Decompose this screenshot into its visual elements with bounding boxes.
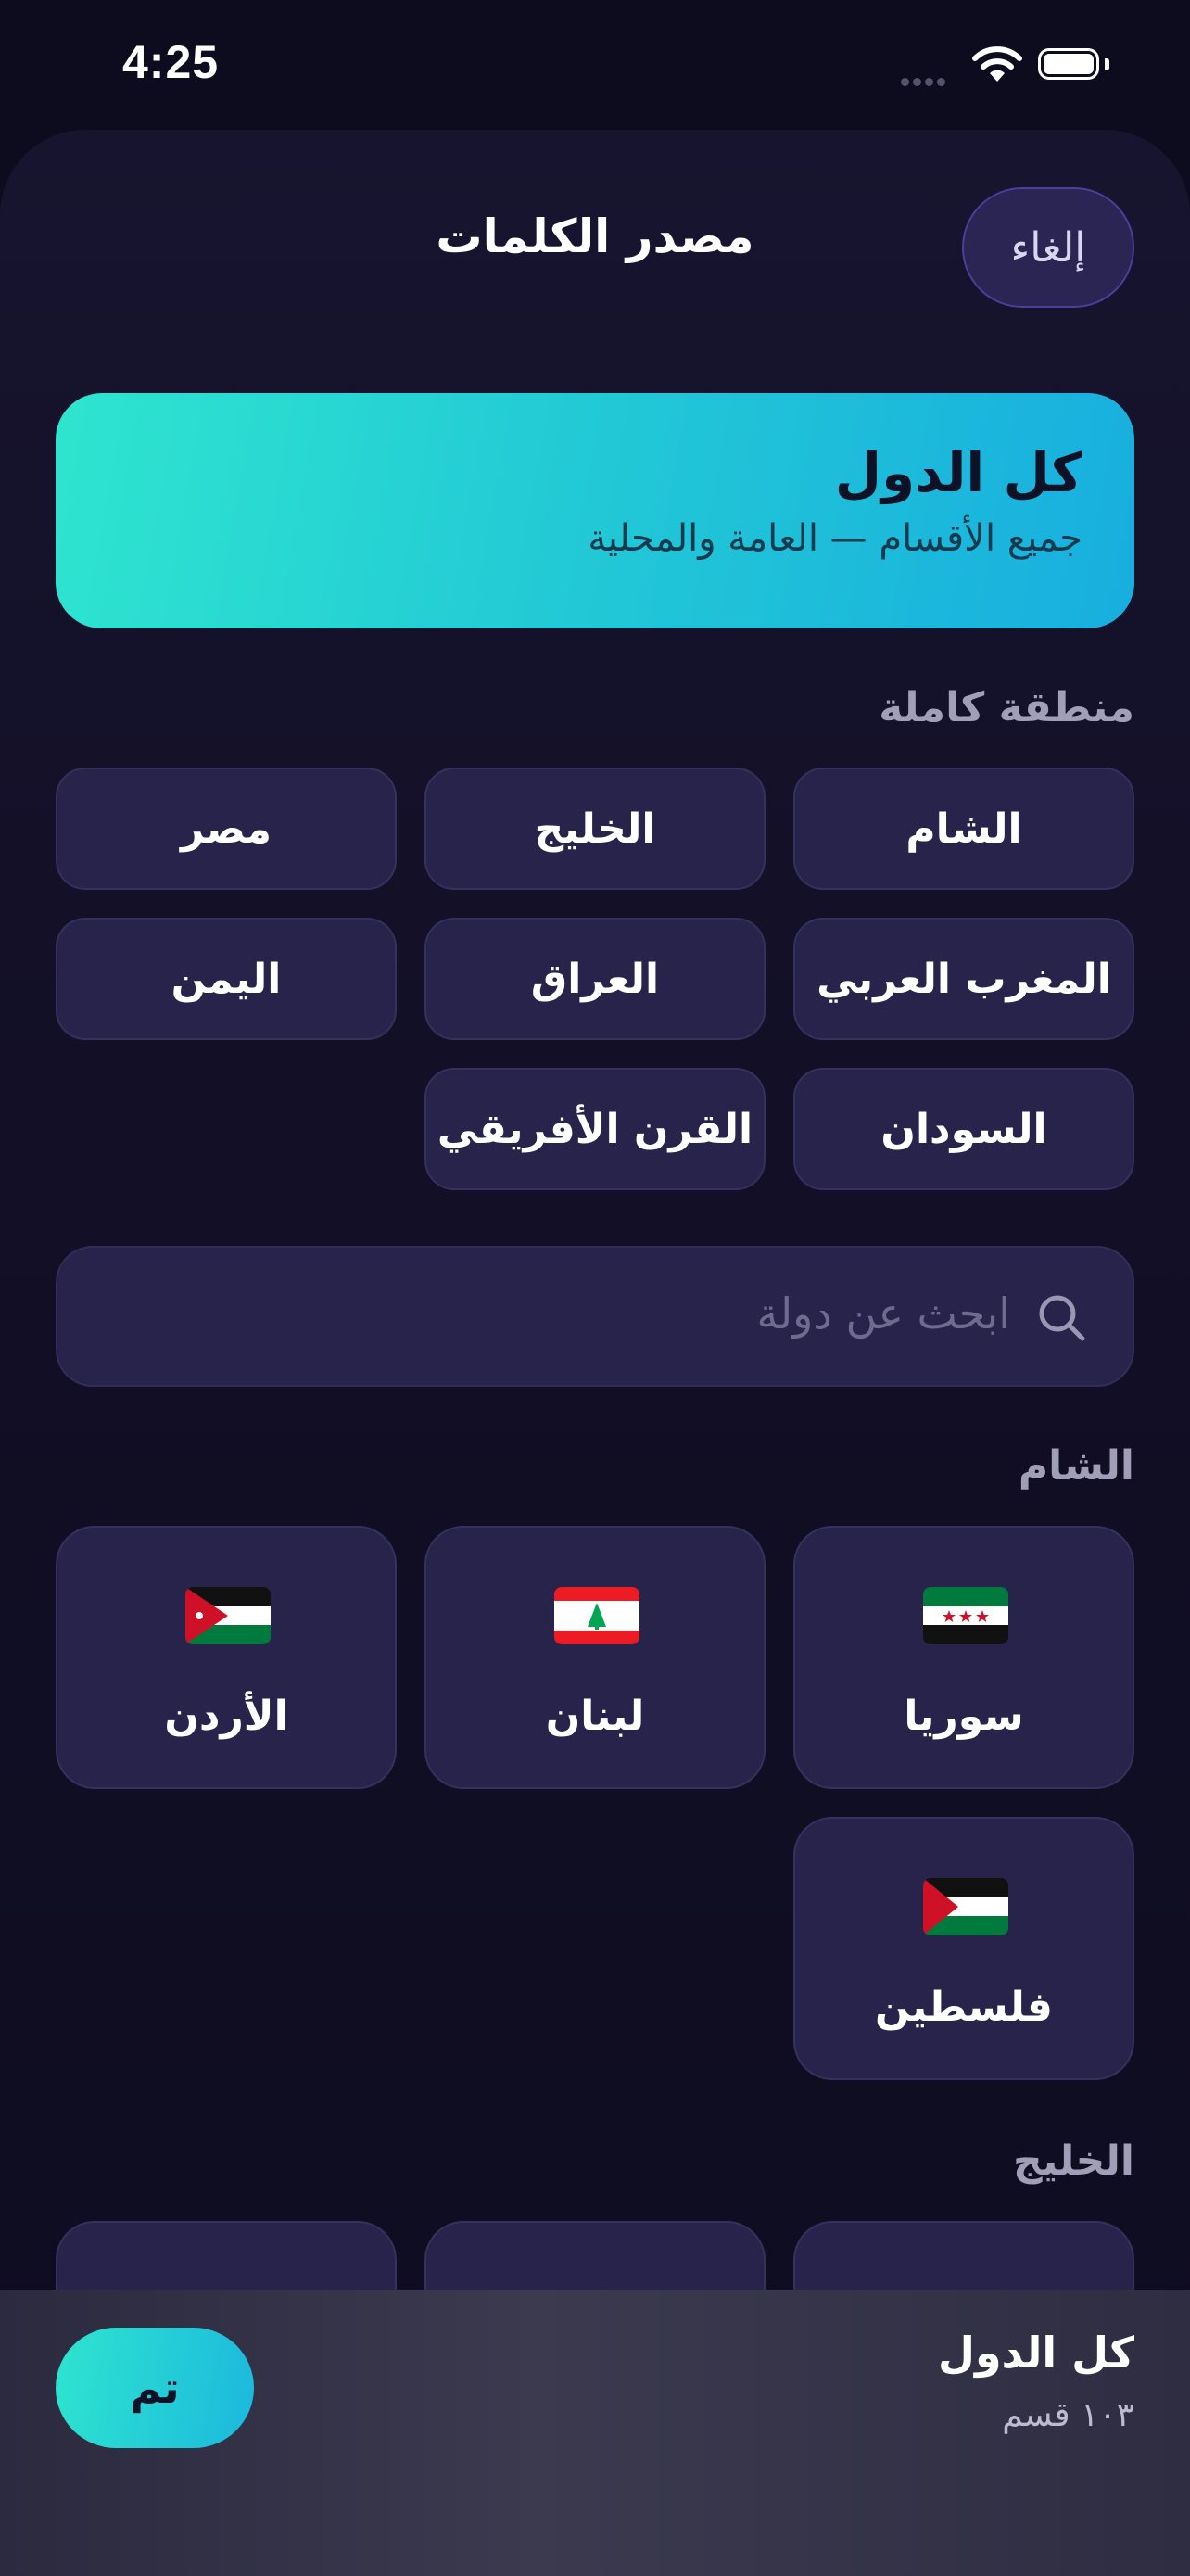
status-time: 4:25 [122,36,220,88]
country-card-jordan[interactable]: الأردن [56,1526,397,1789]
region-chip-maghreb[interactable]: المغرب العربي [793,918,1134,1040]
gulf-section-label: الخليج [1013,2138,1134,2185]
selection-count: ١٠٣ قسم [1002,2396,1134,2434]
levant-section-label: الشام [1018,1442,1134,1490]
country-name: فلسطين [875,1984,1053,2031]
page-title: مصدر الكلمات [436,209,754,263]
done-button[interactable]: تم [56,2328,254,2448]
palestine-flag-icon [923,1878,1008,1935]
all-countries-card[interactable]: كل الدول جميع الأقسام — العامة والمحلية [56,393,1134,628]
country-name: سوريا [904,1693,1024,1740]
region-chip-gulf[interactable]: الخليج [424,768,766,890]
status-bar: 4:25 [0,0,1190,130]
region-chip-egypt[interactable]: مصر [56,768,397,890]
search-icon [1034,1290,1090,1350]
all-countries-title: كل الدول [834,441,1082,504]
region-chip-iraq[interactable]: العراق [424,918,766,1040]
battery-cap [1105,58,1109,70]
region-chip-sudan[interactable]: السودان [793,1068,1134,1190]
lebanon-flag-icon [554,1587,639,1644]
country-card-lebanon[interactable]: لبنان [424,1526,766,1789]
battery-icon [1038,48,1099,80]
country-name: الأردن [164,1693,288,1740]
all-countries-subtitle: جميع الأقسام — العامة والمحلية [588,517,1082,560]
country-search-input[interactable]: ابحث عن دولة [56,1246,1134,1387]
region-chip-levant[interactable]: الشام [793,768,1134,890]
selection-bottom-bar: تم كل الدول ١٠٣ قسم [0,2290,1190,2576]
selection-title: كل الدول [938,2328,1134,2378]
regions-section-label: منطقة كاملة [879,684,1134,731]
cancel-button[interactable]: إلغاء [962,187,1134,308]
jordan-flag-icon [185,1587,271,1644]
country-card-syria[interactable]: سوريا [793,1526,1134,1789]
country-card-palestine[interactable]: فلسطين [793,1817,1134,2080]
country-name: لبنان [545,1693,645,1740]
syria-flag-icon [923,1587,1008,1644]
cellular-signal-icon [901,72,949,90]
search-placeholder: ابحث عن دولة [756,1288,1010,1339]
region-chip-horn-of-africa[interactable]: القرن الأفريقي [424,1068,766,1190]
wifi-icon [971,44,1023,87]
region-chip-yemen[interactable]: اليمن [56,918,397,1040]
